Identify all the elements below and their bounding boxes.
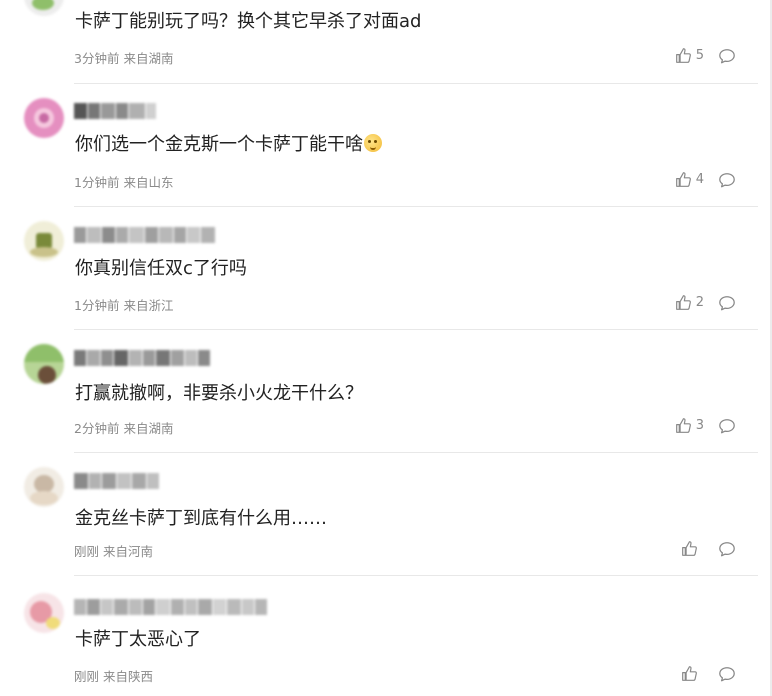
reply-icon[interactable]	[718, 294, 736, 312]
comment-item: 卡萨丁太恶心了 刚刚 来自陕西	[0, 576, 766, 696]
comment-time: 刚刚	[74, 544, 100, 559]
comment-location: 来自湖南	[123, 51, 174, 66]
comment-location: 来自陕西	[103, 669, 154, 684]
comment-meta: 刚刚 来自陕西	[74, 666, 153, 685]
comment-time: 3分钟前	[74, 51, 120, 66]
avatar[interactable]	[24, 344, 64, 384]
comment-item: 卡萨丁能别玩了吗？换个其它早杀了对面ad 3分钟前 来自湖南 5	[0, 0, 766, 84]
comment-time: 刚刚	[74, 669, 100, 684]
comment-location: 来自浙江	[123, 298, 174, 313]
avatar[interactable]	[24, 593, 64, 633]
thumbs-up-icon	[675, 295, 691, 310]
comment-text: 卡萨丁太恶心了	[75, 629, 201, 650]
comment-text: 金克丝卡萨丁到底有什么用……	[75, 508, 327, 529]
like-count: 5	[695, 48, 704, 63]
thumbs-up-icon	[682, 541, 697, 556]
comment-location: 来自河南	[103, 544, 154, 559]
comment-meta: 3分钟前 来自湖南	[74, 48, 173, 67]
comment-location: 来自山东	[123, 175, 174, 190]
like-button[interactable]: 4	[675, 171, 704, 188]
thumbs-up-icon	[675, 172, 691, 187]
comment-meta: 刚刚 来自河南	[74, 541, 153, 560]
reply-icon[interactable]	[718, 540, 736, 558]
like-button[interactable]	[681, 665, 698, 682]
reply-icon[interactable]	[718, 171, 736, 189]
like-button[interactable]: 5	[675, 47, 704, 64]
reply-icon[interactable]	[718, 665, 736, 683]
comment-time: 1分钟前	[74, 298, 120, 313]
username-blurred[interactable]	[74, 103, 156, 119]
comment-text: 卡萨丁能别玩了吗？换个其它早杀了对面ad	[75, 11, 422, 32]
username-blurred[interactable]	[74, 599, 267, 615]
thinking-face-emoji	[364, 134, 382, 152]
comment-item: 金克丝卡萨丁到底有什么用…… 刚刚 来自河南	[0, 453, 766, 576]
reply-icon[interactable]	[718, 417, 736, 435]
username-blurred[interactable]	[74, 350, 210, 366]
avatar[interactable]	[24, 467, 64, 507]
comment-text: 打赢就撤啊，非要杀小火龙干什么？	[75, 383, 363, 404]
comment-text-content: 你们选一个金克斯一个卡萨丁能干啥	[75, 134, 363, 155]
username-blurred[interactable]	[74, 227, 215, 243]
avatar[interactable]	[24, 221, 64, 261]
like-count: 2	[695, 295, 704, 310]
thumbs-up-icon	[675, 418, 691, 433]
comment-meta: 1分钟前 来自浙江	[74, 295, 173, 314]
comment-location: 来自湖南	[123, 421, 174, 436]
like-button[interactable]: 2	[675, 294, 704, 311]
comment-time: 2分钟前	[74, 421, 120, 436]
thumbs-up-icon	[675, 48, 691, 63]
comment-item: 你真别信任双c了行吗 1分钟前 来自浙江 2	[0, 207, 766, 330]
comment-text: 你真别信任双c了行吗	[75, 258, 247, 279]
thumbs-up-icon	[682, 666, 697, 681]
avatar[interactable]	[24, 98, 64, 138]
comment-time: 1分钟前	[74, 175, 120, 190]
comment-item: 打赢就撤啊，非要杀小火龙干什么？ 2分钟前 来自湖南 3	[0, 330, 766, 453]
comment-meta: 1分钟前 来自山东	[74, 172, 173, 191]
username-blurred[interactable]	[74, 473, 159, 489]
reply-icon[interactable]	[718, 47, 736, 65]
comment-text: 你们选一个金克斯一个卡萨丁能干啥	[75, 133, 382, 157]
like-button[interactable]: 3	[675, 417, 704, 434]
comment-meta: 2分钟前 来自湖南	[74, 418, 173, 437]
like-count: 3	[695, 418, 704, 433]
avatar[interactable]	[24, 0, 64, 16]
like-count: 4	[695, 172, 704, 187]
like-button[interactable]	[681, 540, 698, 557]
comment-item: 你们选一个金克斯一个卡萨丁能干啥 1分钟前 来自山东 4	[0, 84, 766, 207]
